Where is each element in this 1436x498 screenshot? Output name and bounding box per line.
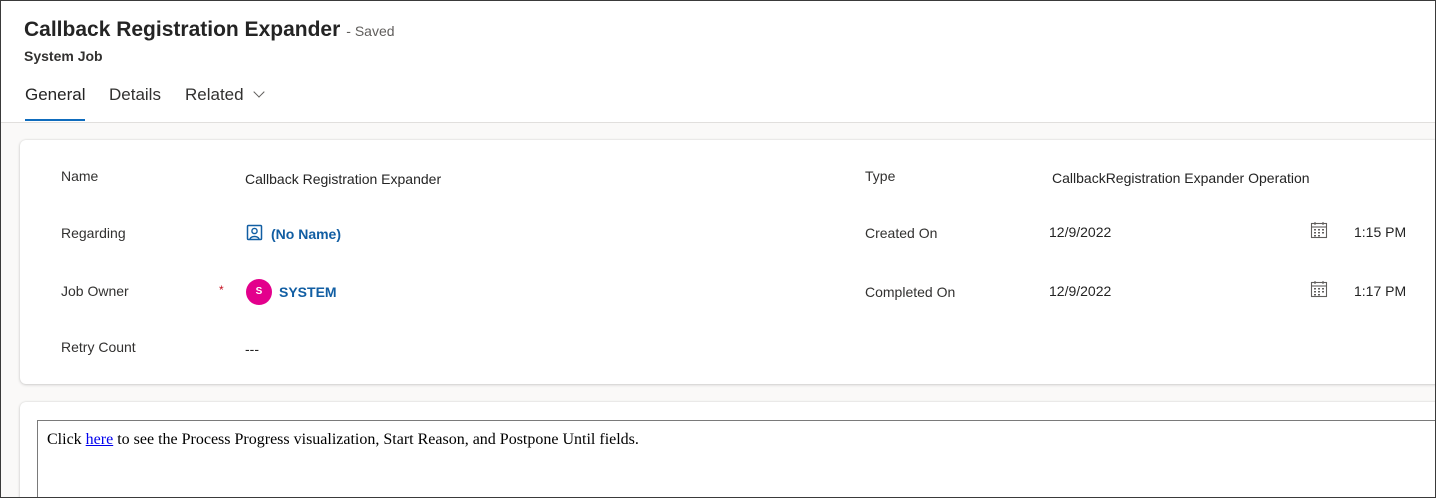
process-notice: Click here to see the Process Progress v…: [47, 431, 639, 449]
job-owner-link[interactable]: SYSTEM: [279, 284, 337, 300]
calendar-icon[interactable]: [1310, 221, 1328, 239]
app-frame: Callback Registration Expander - Saved Sy…: [0, 0, 1436, 498]
name-value[interactable]: Callback Registration Expander: [245, 171, 441, 187]
required-indicator: *: [219, 283, 224, 297]
type-value[interactable]: CallbackRegistration Expander Operation: [1052, 170, 1310, 186]
notice-suffix: to see the Process Progress visualizatio…: [117, 431, 639, 448]
tab-related-label: Related: [185, 85, 244, 104]
title-row: Callback Registration Expander - Saved: [24, 18, 395, 42]
job-owner-label: Job Owner: [61, 283, 129, 299]
tab-related[interactable]: Related: [185, 85, 265, 121]
type-label: Type: [865, 168, 896, 184]
tab-general-label: General: [25, 85, 86, 104]
retry-count-value[interactable]: ---: [245, 341, 259, 357]
created-on-date[interactable]: 12/9/2022: [1049, 224, 1111, 240]
completed-on-time[interactable]: 1:17 PM: [1354, 283, 1406, 299]
record-header: Callback Registration Expander - Saved Sy…: [1, 1, 1435, 123]
completed-on-label: Completed On: [865, 284, 956, 300]
created-on-time[interactable]: 1:15 PM: [1354, 224, 1406, 240]
web-resource-section: Click here to see the Process Progress v…: [20, 402, 1435, 497]
name-label: Name: [61, 168, 99, 184]
general-section: Name Callback Registration Expander Rega…: [20, 140, 1435, 384]
contact-card-icon: [246, 224, 263, 241]
entity-name: System Job: [24, 48, 103, 64]
avatar: S: [246, 279, 272, 305]
completed-on-date[interactable]: 12/9/2022: [1049, 283, 1111, 299]
regarding-link[interactable]: (No Name): [271, 226, 341, 242]
tab-details-label: Details: [109, 85, 161, 104]
notice-prefix: Click: [47, 431, 82, 448]
chevron-down-icon: [252, 86, 265, 98]
tab-details[interactable]: Details: [109, 85, 161, 121]
web-resource-frame: Click here to see the Process Progress v…: [37, 420, 1435, 497]
save-status: - Saved: [346, 23, 395, 39]
page-title: Callback Registration Expander: [24, 18, 341, 41]
retry-count-label: Retry Count: [61, 339, 136, 355]
created-on-label: Created On: [865, 225, 938, 241]
here-link[interactable]: here: [86, 431, 114, 448]
tab-general[interactable]: General: [25, 85, 86, 121]
regarding-label: Regarding: [61, 225, 126, 241]
calendar-icon[interactable]: [1310, 280, 1328, 298]
